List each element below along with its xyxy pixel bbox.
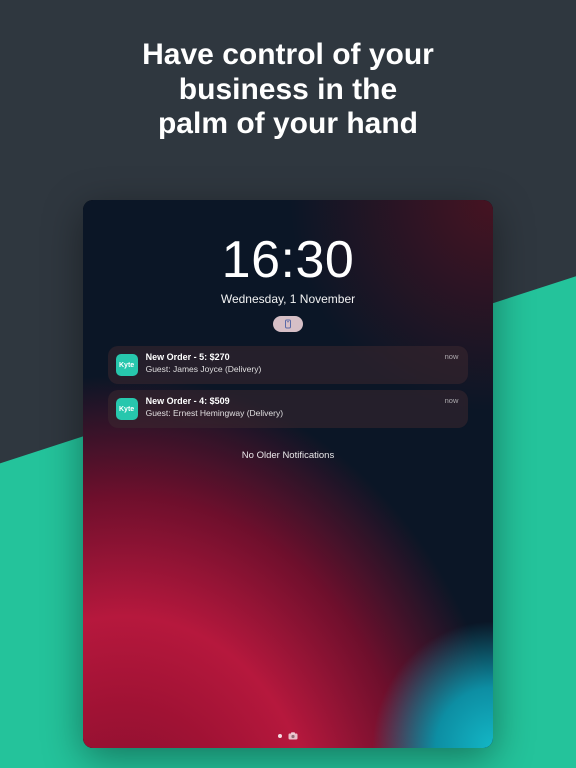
notification-subtitle: Guest: Ernest Hemingway (Delivery) bbox=[146, 408, 461, 419]
clock-date: Wednesday, 1 November bbox=[221, 292, 355, 306]
notification-subtitle: Guest: James Joyce (Delivery) bbox=[146, 364, 461, 375]
notification-body: New Order - 4: $509 Guest: Ernest Heming… bbox=[146, 396, 461, 419]
notification-card[interactable]: Kyte New Order - 5: $270 Guest: James Jo… bbox=[108, 346, 469, 384]
notification-title: New Order - 4: $509 bbox=[146, 396, 461, 408]
app-icon: Kyte bbox=[116, 354, 138, 376]
clock-time: 16:30 bbox=[222, 230, 355, 290]
app-icon: Kyte bbox=[116, 398, 138, 420]
notification-stack: Kyte New Order - 5: $270 Guest: James Jo… bbox=[108, 346, 469, 428]
promo-stage: Have control of your business in the pal… bbox=[0, 0, 576, 768]
no-older-label: No Older Notifications bbox=[242, 450, 334, 461]
notification-time: now bbox=[445, 396, 459, 405]
lock-screen[interactable]: 16:30 Wednesday, 1 November Kyte New Ord… bbox=[83, 200, 493, 748]
headline-line: business in the bbox=[0, 73, 576, 108]
headline-line: Have control of your bbox=[0, 38, 576, 73]
page-dots[interactable] bbox=[83, 732, 493, 740]
headline-line: palm of your hand bbox=[0, 107, 576, 142]
camera-icon bbox=[288, 732, 298, 740]
notification-body: New Order - 5: $270 Guest: James Joyce (… bbox=[146, 352, 461, 375]
device-frame: 16:30 Wednesday, 1 November Kyte New Ord… bbox=[83, 200, 493, 748]
page-dot-icon bbox=[278, 734, 282, 738]
focus-icon bbox=[284, 319, 292, 329]
notification-title: New Order - 5: $270 bbox=[146, 352, 461, 364]
notification-card[interactable]: Kyte New Order - 4: $509 Guest: Ernest H… bbox=[108, 390, 469, 428]
marketing-headline: Have control of your business in the pal… bbox=[0, 38, 576, 142]
focus-pill[interactable] bbox=[273, 316, 303, 332]
notification-time: now bbox=[445, 352, 459, 361]
